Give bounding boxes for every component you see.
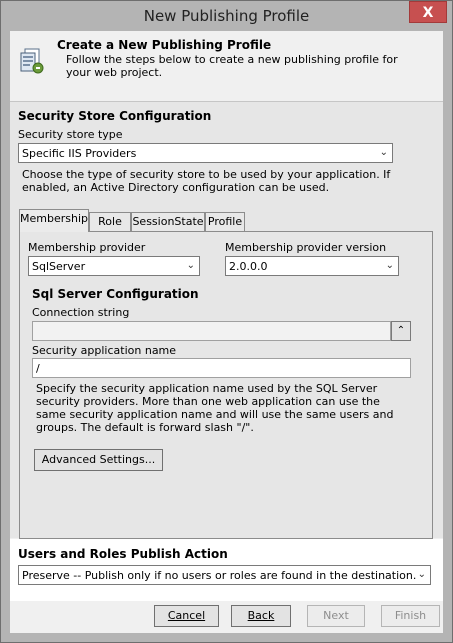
close-button[interactable]: X xyxy=(409,1,447,23)
chevron-down-icon: ⌄ xyxy=(379,147,388,158)
title-bar[interactable]: New Publishing Profile X xyxy=(1,1,452,31)
wizard-footer xyxy=(10,601,443,633)
sql-server-config-title: Sql Server Configuration xyxy=(32,287,199,301)
tab-profile[interactable]: Profile xyxy=(205,212,245,231)
publish-action-dropdown[interactable]: Preserve -- Publish only if no users or … xyxy=(18,565,431,585)
tab-sessionstate[interactable]: SessionState xyxy=(131,212,205,231)
security-app-name-input[interactable]: / xyxy=(32,358,411,378)
connection-string-input[interactable] xyxy=(32,321,391,341)
publish-action-title: Users and Roles Publish Action xyxy=(18,547,228,561)
back-button[interactable]: Back xyxy=(231,605,291,627)
security-app-name-value: / xyxy=(36,362,40,375)
security-store-description: Choose the type of security store to be … xyxy=(22,168,391,194)
connection-string-label: Connection string xyxy=(32,306,130,319)
dialog-window: New Publishing Profile X Create a New Pu… xyxy=(0,0,453,643)
window-frame-left xyxy=(1,31,10,642)
membership-provider-label: Membership provider xyxy=(28,241,146,254)
membership-version-label: Membership provider version xyxy=(225,241,387,254)
tab-role[interactable]: Role xyxy=(89,212,131,231)
chevron-down-icon: ⌄ xyxy=(385,260,394,271)
chevron-down-icon: ⌄ xyxy=(186,260,195,271)
header-title: Create a New Publishing Profile xyxy=(57,38,272,52)
wizard-header: Create a New Publishing Profile Follow t… xyxy=(10,31,443,102)
tab-membership[interactable]: Membership xyxy=(19,209,89,232)
membership-provider-value: SqlServer xyxy=(32,260,86,273)
window-frame-bottom xyxy=(1,633,452,642)
security-app-name-label: Security application name xyxy=(32,344,177,357)
chevron-down-icon: ⌄ xyxy=(417,569,426,580)
next-button[interactable]: Next xyxy=(307,605,365,627)
finish-button[interactable]: Finish xyxy=(381,605,440,627)
chevron-up-icon[interactable]: ⌃ xyxy=(391,321,411,341)
advanced-settings-button[interactable]: Advanced Settings... xyxy=(34,449,163,471)
window-title: New Publishing Profile xyxy=(143,7,310,25)
header-subtitle: Follow the steps below to create a new p… xyxy=(66,53,398,79)
publishing-profile-icon xyxy=(19,47,47,75)
security-app-name-description: Specify the security application name us… xyxy=(36,382,394,434)
back-button-label: Back xyxy=(247,609,275,622)
membership-version-dropdown[interactable]: 2.0.0.0 ⌄ xyxy=(225,256,399,276)
window-frame-right xyxy=(443,31,452,642)
membership-provider-dropdown[interactable]: SqlServer ⌄ xyxy=(28,256,200,276)
publish-action-value: Preserve -- Publish only if no users or … xyxy=(22,569,417,582)
security-store-type-value: Specific IIS Providers xyxy=(22,147,137,160)
cancel-button-label: Cancel xyxy=(167,609,206,622)
cancel-button[interactable]: Cancel xyxy=(154,605,219,627)
security-store-type-dropdown[interactable]: Specific IIS Providers ⌄ xyxy=(18,143,393,163)
membership-version-value: 2.0.0.0 xyxy=(229,260,268,273)
security-store-section-title: Security Store Configuration xyxy=(18,109,212,123)
security-store-type-label: Security store type xyxy=(18,128,123,141)
